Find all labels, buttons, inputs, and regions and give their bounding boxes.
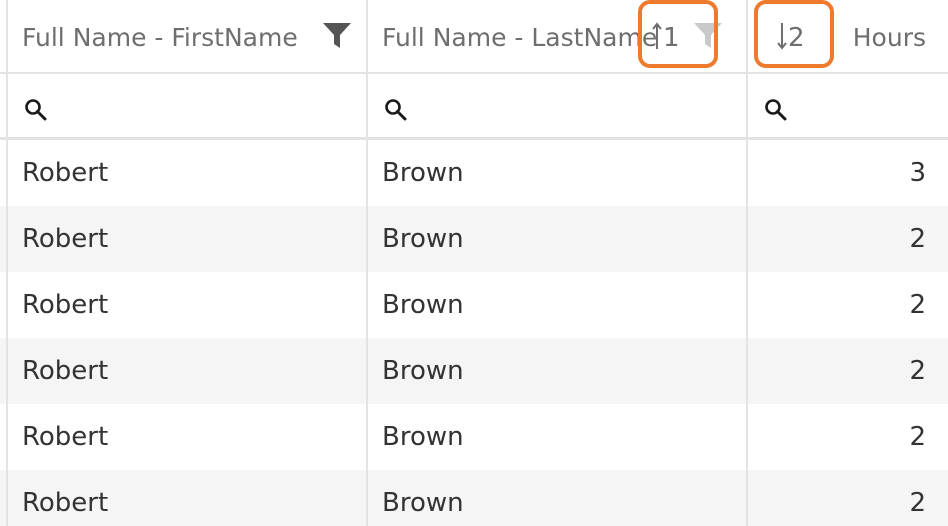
row-indicator-header bbox=[0, 0, 8, 72]
row-indicator bbox=[0, 272, 8, 338]
cell-firstname[interactable]: Robert bbox=[8, 272, 368, 338]
cell-lastname[interactable]: Brown bbox=[368, 272, 748, 338]
column-header-label[interactable]: Hours bbox=[853, 22, 926, 54]
cell-hours[interactable]: 3 bbox=[748, 140, 948, 206]
cell-value: Brown bbox=[382, 422, 464, 452]
column-header-label[interactable]: Full Name - FirstName bbox=[22, 22, 298, 54]
column-header-lastname[interactable]: Full Name - LastName 1 bbox=[368, 0, 748, 72]
cell-value: 2 bbox=[909, 422, 926, 452]
cell-value: Robert bbox=[22, 488, 109, 518]
search-icon[interactable] bbox=[384, 98, 408, 126]
cell-lastname[interactable]: Brown bbox=[368, 404, 748, 470]
cell-value: Brown bbox=[382, 290, 464, 320]
cell-value: 2 bbox=[909, 224, 926, 254]
filter-cell-lastname[interactable] bbox=[368, 72, 748, 137]
cell-value: Robert bbox=[22, 290, 109, 320]
search-icon[interactable] bbox=[24, 98, 48, 126]
row-indicator-filter bbox=[0, 72, 8, 137]
cell-hours[interactable]: 2 bbox=[748, 404, 948, 470]
row-indicator bbox=[0, 140, 8, 206]
cell-firstname[interactable]: Robert bbox=[8, 140, 368, 206]
cell-hours[interactable]: 2 bbox=[748, 470, 948, 526]
cell-lastname[interactable]: Brown bbox=[368, 470, 748, 526]
table-row[interactable]: Robert Brown 2 bbox=[0, 470, 948, 526]
table-row[interactable]: Robert Brown 2 bbox=[0, 338, 948, 404]
cell-value: Brown bbox=[382, 356, 464, 386]
cell-hours[interactable]: 2 bbox=[748, 272, 948, 338]
cell-value: Brown bbox=[382, 224, 464, 254]
cell-value: Robert bbox=[22, 224, 109, 254]
row-indicator bbox=[0, 404, 8, 470]
cell-value: Robert bbox=[22, 158, 109, 188]
filter-cell-firstname[interactable] bbox=[8, 72, 368, 137]
table-row[interactable]: Robert Brown 2 bbox=[0, 272, 948, 338]
cell-hours[interactable]: 2 bbox=[748, 338, 948, 404]
table-row[interactable]: Robert Brown 2 bbox=[0, 206, 948, 272]
cell-firstname[interactable]: Robert bbox=[8, 206, 368, 272]
cell-value: 2 bbox=[909, 290, 926, 320]
cell-value: Robert bbox=[22, 356, 109, 386]
sort-highlight-box bbox=[638, 0, 718, 68]
row-indicator bbox=[0, 470, 8, 526]
cell-value: 2 bbox=[909, 488, 926, 518]
filter-cell-hours[interactable] bbox=[748, 72, 948, 137]
cell-firstname[interactable]: Robert bbox=[8, 404, 368, 470]
cell-lastname[interactable]: Brown bbox=[368, 206, 748, 272]
row-indicator bbox=[0, 338, 8, 404]
column-header-label[interactable]: Full Name - LastName bbox=[382, 22, 657, 54]
cell-value: Brown bbox=[382, 488, 464, 518]
header-row: Full Name - FirstName Full Name - LastNa… bbox=[0, 0, 948, 74]
column-header-firstname[interactable]: Full Name - FirstName bbox=[8, 0, 368, 72]
funnel-icon[interactable] bbox=[322, 22, 352, 54]
data-grid: Full Name - FirstName Full Name - LastNa… bbox=[0, 0, 948, 526]
cell-lastname[interactable]: Brown bbox=[368, 338, 748, 404]
cell-value: 2 bbox=[909, 356, 926, 386]
cell-value: Robert bbox=[22, 422, 109, 452]
cell-firstname[interactable]: Robert bbox=[8, 338, 368, 404]
table-row[interactable]: Robert Brown 2 bbox=[0, 404, 948, 470]
cell-value: Brown bbox=[382, 158, 464, 188]
cell-firstname[interactable]: Robert bbox=[8, 470, 368, 526]
filter-row bbox=[0, 72, 948, 140]
cell-value: 3 bbox=[909, 158, 926, 188]
sort-highlight-box bbox=[754, 0, 834, 68]
row-indicator bbox=[0, 206, 8, 272]
cell-hours[interactable]: 2 bbox=[748, 206, 948, 272]
table-row[interactable]: Robert Brown 3 bbox=[0, 140, 948, 206]
column-header-hours[interactable]: 2 Hours bbox=[748, 0, 948, 72]
cell-lastname[interactable]: Brown bbox=[368, 140, 748, 206]
search-icon[interactable] bbox=[764, 98, 788, 126]
